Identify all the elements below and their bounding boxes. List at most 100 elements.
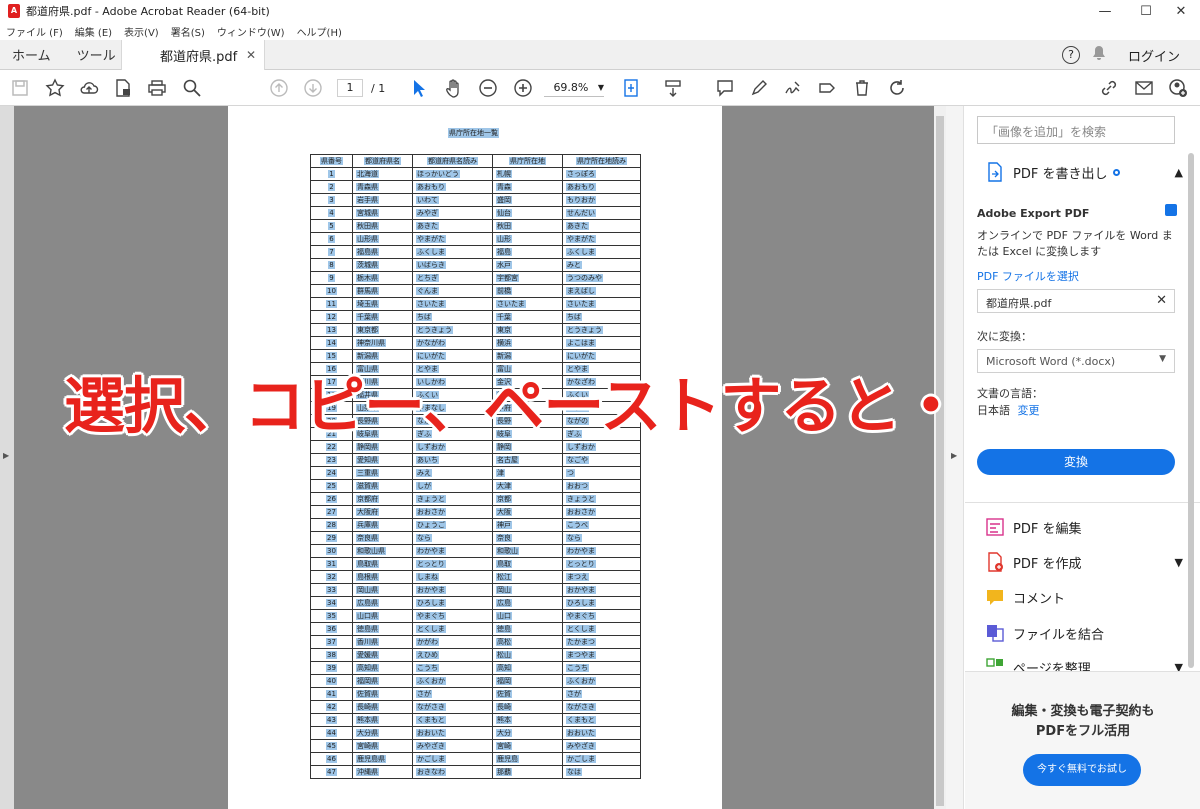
page-up-icon[interactable] — [268, 77, 290, 99]
prefecture-reading: さいたま — [416, 300, 446, 308]
zoom-level-select[interactable]: 69.8% ▼ — [544, 79, 604, 97]
prefecture-reading: あおもり — [416, 183, 446, 191]
capital-reading: せんだい — [566, 209, 596, 217]
convert-format-select[interactable]: Microsoft Word (*.docx) ▼ — [977, 349, 1175, 373]
table-cell: 松江 — [492, 570, 563, 584]
table-cell: 38 — [310, 648, 353, 662]
rotate-icon[interactable] — [886, 77, 908, 99]
add-user-icon[interactable] — [1167, 77, 1189, 99]
print-icon[interactable] — [146, 77, 168, 99]
selected-file-field[interactable]: 都道府県.pdf ✕ — [977, 289, 1175, 313]
tool-edit-pdf[interactable]: PDF を編集 — [965, 517, 1081, 537]
save-icon[interactable] — [9, 77, 31, 99]
table-row: 2 青森県 あおもり 青森 あおもり — [310, 180, 641, 194]
chevron-up-icon[interactable]: ▲ — [1175, 166, 1183, 179]
document-scrollbar[interactable] — [934, 106, 946, 809]
link-icon[interactable] — [1098, 77, 1120, 99]
stamp-icon[interactable] — [816, 77, 838, 99]
delete-icon[interactable] — [851, 77, 873, 99]
tab-tools[interactable]: ツール — [65, 45, 130, 64]
document-view[interactable]: ▶ 県庁所在地一覧 県番号 都道府県名 都道府県名読み 県庁所在地 県庁所在地読… — [0, 106, 946, 809]
clear-file-icon[interactable]: ✕ — [1156, 293, 1167, 308]
bookmark-star-icon[interactable] — [44, 77, 66, 99]
capital-name: 津 — [496, 469, 505, 477]
table-cell: さが — [412, 687, 493, 701]
highlight-pen-icon[interactable] — [748, 77, 770, 99]
minimize-button[interactable]: — — [1086, 0, 1124, 22]
fit-page-icon[interactable] — [620, 77, 642, 99]
prefecture-reading: あいち — [416, 456, 439, 464]
mail-icon[interactable] — [1133, 77, 1155, 99]
capital-reading: さいたま — [566, 300, 596, 308]
tool-create-pdf[interactable]: PDF を作成 ▼ — [965, 552, 1183, 572]
export-pdf-header[interactable]: PDF を書き出し ▲ — [965, 162, 1183, 182]
prefecture-reading: やまぐち — [416, 612, 446, 620]
free-trial-button[interactable]: 今すぐ無料でお試し — [1023, 754, 1141, 786]
file-lock-icon[interactable] — [112, 77, 134, 99]
menu-window[interactable]: ウィンドウ(W) — [217, 24, 285, 39]
menu-edit[interactable]: 編集 (E) — [75, 24, 112, 39]
change-language-link[interactable]: 変更 — [1018, 404, 1040, 417]
scroll-mode-icon[interactable] — [662, 77, 684, 99]
capital-name: 盛岡 — [496, 196, 512, 204]
login-link[interactable]: ログイン — [1128, 46, 1180, 65]
scrollbar-thumb[interactable] — [936, 116, 944, 806]
table-cell: 大分 — [492, 726, 563, 740]
help-icon[interactable]: ? — [1061, 46, 1080, 64]
convert-button[interactable]: 変換 — [977, 449, 1175, 475]
translate-icon[interactable] — [1165, 204, 1177, 216]
tool-comment[interactable]: コメント — [965, 587, 1065, 607]
table-cell: とっとり — [412, 557, 493, 571]
page-down-icon[interactable] — [302, 77, 324, 99]
right-panel-toggle[interactable]: ▶ — [946, 106, 964, 809]
comment-icon[interactable] — [714, 77, 736, 99]
table-cell: 千葉県 — [352, 310, 413, 324]
scrollbar-thumb[interactable] — [1188, 153, 1194, 668]
select-cursor-icon[interactable] — [408, 77, 430, 99]
chevron-down-icon[interactable]: ▼ — [1175, 556, 1183, 569]
table-cell: 愛媛県 — [352, 648, 413, 662]
zoom-in-icon[interactable] — [512, 77, 534, 99]
pdf-page[interactable]: 県庁所在地一覧 県番号 都道府県名 都道府県名読み 県庁所在地 県庁所在地読み … — [228, 106, 722, 809]
search-icon[interactable] — [181, 77, 203, 99]
tool-label: コメント — [1013, 591, 1066, 607]
table-cell: くまもと — [562, 713, 641, 727]
menu-sign[interactable]: 署名(S) — [171, 24, 205, 39]
table-cell: 福島県 — [352, 245, 413, 259]
table-cell: ちば — [412, 310, 493, 324]
table-cell: みと — [562, 258, 641, 272]
tab-home[interactable]: ホーム — [0, 45, 65, 64]
capital-name: 宮崎 — [496, 742, 512, 750]
tab-document[interactable]: 都道府県.pdf ✕ — [121, 40, 265, 70]
table-cell: 奈良県 — [352, 531, 413, 545]
zoom-out-icon[interactable] — [477, 77, 499, 99]
menu-view[interactable]: 表示(V) — [124, 24, 159, 39]
menu-file[interactable]: ファイル (F) — [6, 24, 63, 39]
menu-help[interactable]: ヘルプ(H) — [297, 24, 342, 39]
sign-icon[interactable] — [782, 77, 804, 99]
tools-search-input[interactable]: 「画像を追加」を検索 — [977, 116, 1175, 144]
right-panel-scrollbar[interactable] — [1186, 108, 1196, 668]
close-tab-icon[interactable]: ✕ — [246, 48, 256, 62]
prefecture-reading: ほっかいどう — [416, 170, 460, 178]
prefecture-name: 長崎県 — [356, 703, 379, 711]
page-number-input[interactable]: 1 — [337, 79, 363, 97]
row-number: 9 — [328, 274, 335, 282]
cloud-upload-icon[interactable] — [78, 77, 100, 99]
row-number: 24 — [326, 469, 337, 477]
capital-reading: なごや — [566, 456, 589, 464]
table-cell: 2 — [310, 180, 353, 194]
close-window-button[interactable]: ✕ — [1162, 0, 1200, 22]
table-cell: なは — [562, 765, 641, 779]
tool-combine-files[interactable]: ファイルを結合 — [965, 623, 1104, 643]
table-cell: 広島 — [492, 596, 563, 610]
table-cell: 兵庫県 — [352, 518, 413, 532]
select-pdf-file-link[interactable]: PDF ファイルを選択 — [977, 268, 1079, 284]
table-cell: 徳島 — [492, 622, 563, 636]
capital-reading: おおつ — [566, 482, 589, 490]
table-cell: 43 — [310, 713, 353, 727]
maximize-button[interactable]: ☐ — [1127, 0, 1165, 22]
left-panel-toggle[interactable]: ▶ — [0, 106, 14, 809]
hand-tool-icon[interactable] — [443, 77, 465, 99]
bell-icon[interactable] — [1092, 45, 1106, 65]
